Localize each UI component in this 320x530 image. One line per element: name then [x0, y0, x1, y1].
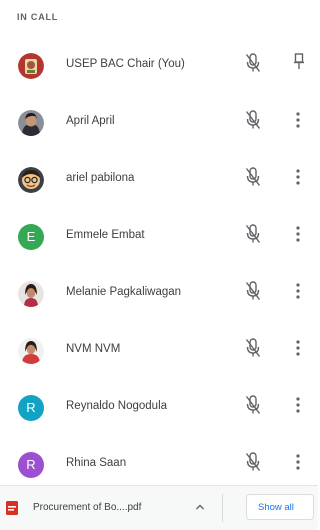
participant-name: Emmele Embat [66, 229, 145, 241]
participant-row[interactable]: E Emmele Embat [0, 211, 318, 267]
avatar [18, 338, 44, 364]
participant-row[interactable]: Melanie Pagkaliwagan [0, 268, 318, 324]
pin-icon[interactable] [292, 52, 306, 72]
mic-off-icon [245, 281, 261, 300]
more-vert-icon[interactable] [292, 395, 304, 415]
participant-row[interactable]: ariel pabilona [0, 154, 318, 210]
participant-row[interactable]: R Reynaldo Nogodula [0, 382, 318, 438]
mic-off-icon [245, 452, 261, 471]
mic-off-icon [245, 167, 261, 186]
more-vert-icon[interactable] [292, 224, 304, 244]
participant-name: ariel pabilona [66, 172, 135, 184]
participant-name: Reynaldo Nogodula [66, 400, 168, 412]
participant-row[interactable]: NVM NVM [0, 325, 318, 381]
download-file-name[interactable]: Procurement of Bo....pdf [33, 502, 141, 513]
section-title: IN CALL [17, 12, 59, 22]
chevron-up-icon[interactable] [194, 500, 206, 514]
participant-row[interactable]: April April [0, 97, 318, 153]
mic-off-icon [245, 110, 261, 129]
participant-name: Melanie Pagkaliwagan [66, 286, 182, 298]
more-vert-icon[interactable] [292, 110, 304, 130]
avatar-initial: E [18, 224, 44, 250]
mic-off-icon [245, 338, 261, 357]
pdf-file-icon [6, 501, 18, 515]
more-vert-icon[interactable] [292, 281, 304, 301]
avatar [18, 53, 44, 79]
show-all-button[interactable]: Show all [246, 494, 314, 520]
more-vert-icon[interactable] [292, 167, 304, 187]
avatar-initial: R [18, 395, 44, 421]
mic-off-icon [245, 395, 261, 414]
avatar-initial: R [18, 452, 44, 478]
mic-off-icon [245, 224, 261, 243]
more-vert-icon[interactable] [292, 452, 304, 472]
mic-off-icon [245, 53, 261, 72]
download-bar: Procurement of Bo....pdf Show all [0, 485, 318, 530]
avatar [18, 110, 44, 136]
participant-row[interactable]: USEP BAC Chair (You) [0, 40, 318, 96]
participant-name: April April [66, 115, 115, 127]
participant-name: Rhina Saan [66, 457, 127, 469]
avatar [18, 281, 44, 307]
more-vert-icon[interactable] [292, 338, 304, 358]
participant-name: NVM NVM [66, 343, 121, 355]
divider [222, 494, 223, 522]
avatar [18, 167, 44, 193]
participant-name: USEP BAC Chair (You) [66, 58, 185, 70]
